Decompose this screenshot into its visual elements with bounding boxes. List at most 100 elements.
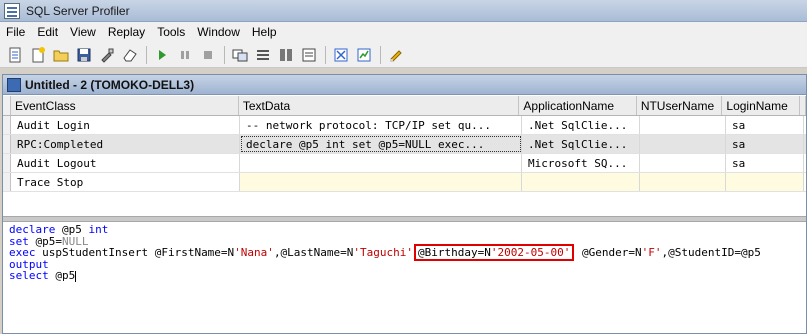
settings-button[interactable] [252,44,274,66]
app-title: SQL Server Profiler [26,3,130,18]
cell-ntusername [640,116,726,134]
trace-grid: EventClass TextData ApplicationName NTUs… [3,96,806,216]
table-row[interactable]: Audit Logout Microsoft SQ... sa [3,154,806,173]
cell-applicationname: .Net SqlClie... [522,135,640,153]
row-marker [3,173,11,191]
clear-button[interactable] [119,44,141,66]
toolbar-separator [325,45,326,64]
sql-text: ,@StudentID=@p5 [661,246,761,259]
cell-ntusername [640,135,726,153]
sql-text: @Birthday=N [418,246,491,259]
help-button[interactable] [385,44,407,66]
column-header-ntusername[interactable]: NTUserName [637,96,723,115]
sql-text: @p5 [48,269,76,282]
trace-window-icon [7,77,21,92]
sql-string: 'F' [641,246,662,259]
menu-window[interactable]: Window [191,22,246,42]
cell-loginname: sa [726,116,804,134]
import-icon [334,48,348,61]
table-row[interactable]: Trace Stop [3,173,806,192]
menu-replay[interactable]: Replay [102,22,151,42]
pane-splitter[interactable] [3,216,806,222]
cell-textdata: declare @p5 int set @p5=NULL exec... [240,135,522,153]
export-button[interactable] [353,44,375,66]
toolbar-separator [224,45,225,64]
cell-applicationname: .Net SqlClie... [522,116,640,134]
toolbar-separator [380,45,381,64]
open-button[interactable] [50,44,72,66]
trace-window-titlebar[interactable]: Untitled - 2 (TOMOKO-DELL3) [3,75,806,95]
save-button[interactable] [73,44,95,66]
activity-monitor-button[interactable] [229,44,251,66]
cell-loginname [726,173,804,191]
cell-textdata [240,173,522,191]
stop-icon [204,50,212,59]
new-template-icon [32,46,45,62]
sql-text-pane[interactable]: declare @p5 int set @p5=NULL exec uspStude… [7,224,806,332]
new-trace-button[interactable] [4,44,26,66]
run-button[interactable] [151,44,173,66]
stop-button[interactable] [197,44,219,66]
export-icon [357,48,371,61]
settings-icon [257,49,269,60]
header-row-marker [3,96,11,115]
sql-string: '2002-05-00' [490,246,571,259]
column-header-eventclass[interactable]: EventClass [11,96,239,115]
app-titlebar: SQL Server Profiler [0,0,807,22]
sql-text: uspStudentInsert @FirstName=N [35,246,235,259]
cell-loginname: sa [726,154,804,172]
sql-line-5: select @p5 [9,270,806,282]
clear-window-button[interactable] [298,44,320,66]
menu-file[interactable]: File [0,22,31,42]
cell-ntusername [640,173,726,191]
pause-button[interactable] [174,44,196,66]
sql-keyword: select [9,269,49,282]
row-marker [3,116,11,134]
text-caret [75,270,77,282]
cell-textdata: -- network protocol: TCP/IP set qu... [240,116,522,134]
sql-line-1: declare @p5 int [9,224,806,236]
properties-icon [101,48,114,63]
row-marker [3,154,11,172]
profiler-app-icon [4,2,20,19]
row-marker [3,135,11,153]
open-icon [53,50,69,61]
cell-loginname: sa [726,135,804,153]
sql-string: 'Taguchi' [353,246,414,259]
activity-monitor-icon [232,49,248,61]
cell-applicationname [522,173,640,191]
column-header-loginname[interactable]: LoginName [722,96,801,115]
menu-edit[interactable]: Edit [31,22,64,42]
cell-eventclass: RPC:Completed [11,135,240,153]
new-trace-icon [9,47,21,62]
cell-applicationname: Microsoft SQ... [522,154,640,172]
help-icon [390,49,402,62]
menu-help[interactable]: Help [246,22,283,42]
find-icon [280,48,292,61]
run-icon [159,49,166,60]
trace-window: Untitled - 2 (TOMOKO-DELL3) EventClass T… [2,74,807,334]
sql-text: @Gender=N [575,246,642,259]
column-header-applicationname[interactable]: ApplicationName [519,96,637,115]
grid-header: EventClass TextData ApplicationName NTUs… [3,96,806,116]
cell-ntusername [640,154,726,172]
column-header-textdata[interactable]: TextData [239,96,520,115]
find-button[interactable] [275,44,297,66]
table-row[interactable]: RPC:Completed declare @p5 int set @p5=NU… [3,135,806,154]
clear-window-icon [302,48,316,61]
table-row[interactable]: Audit Login -- network protocol: TCP/IP … [3,116,806,135]
import-button[interactable] [330,44,352,66]
menu-view[interactable]: View [64,22,102,42]
toolbar-separator [146,45,147,64]
properties-button[interactable] [96,44,118,66]
menu-bar: File Edit View Replay Tools Window Help [0,22,807,42]
sql-keyword: int [88,223,109,236]
column-header-overflow[interactable] [800,96,806,115]
save-icon [77,48,91,61]
cell-eventclass: Trace Stop [11,173,240,191]
sql-line-3: exec uspStudentInsert @FirstName=N'Nana'… [9,244,806,261]
menu-tools[interactable]: Tools [151,22,191,42]
sql-string: 'Nana' [234,246,274,259]
birthday-highlight-box: @Birthday=N'2002-05-00' [414,244,575,261]
new-template-button[interactable] [27,44,49,66]
